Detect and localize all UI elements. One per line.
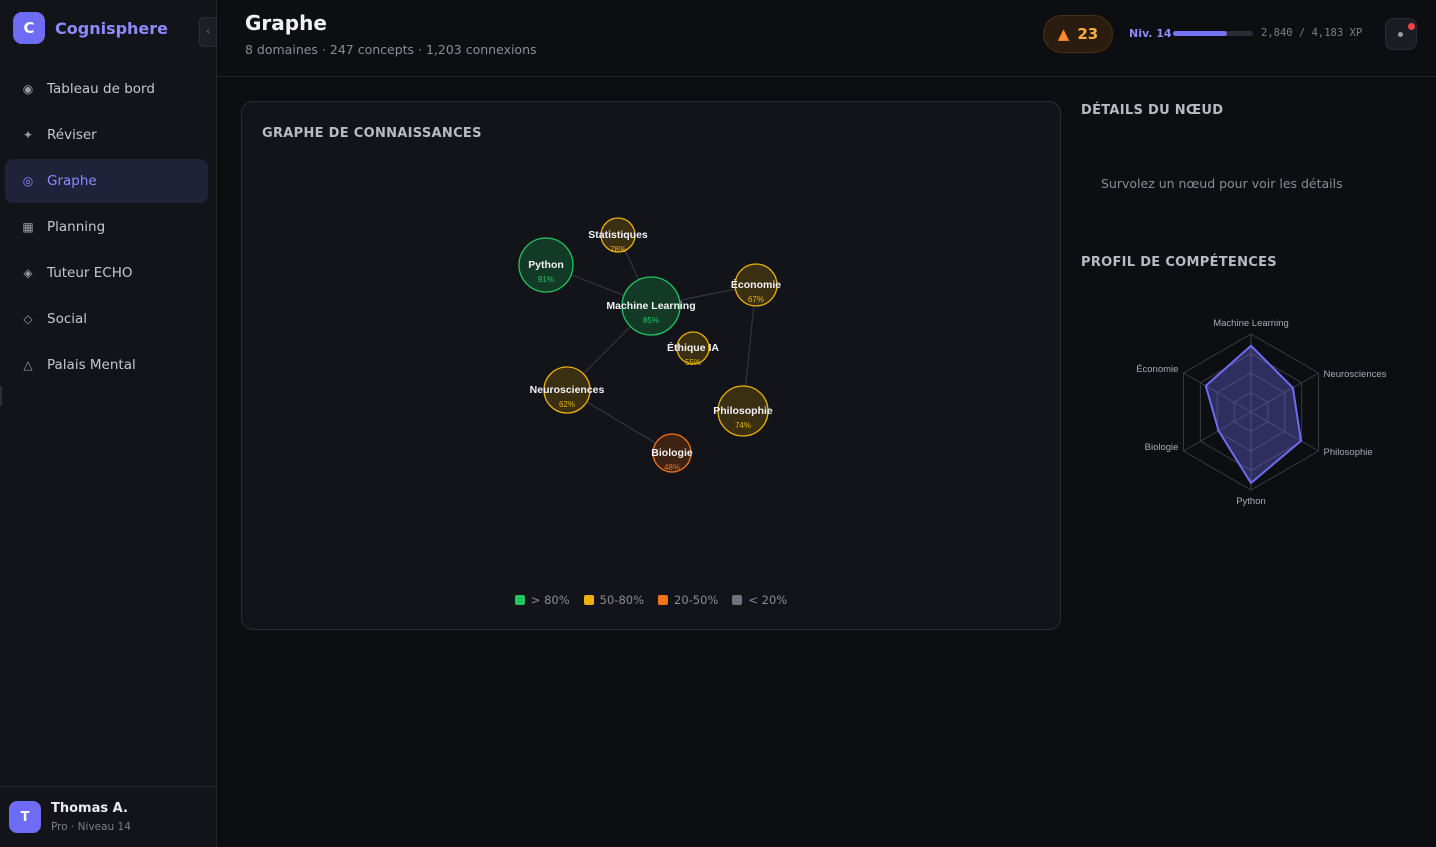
node-label: Python [528,259,564,271]
xp-text: 2,840 / 4,183 XP [1261,27,1363,39]
node-details-title: DÉTAILS DU NŒUD [1081,103,1224,118]
user-profile[interactable]: T Thomas A. Pro · Niveau 14 [0,786,216,847]
brand-name: Cognisphere [55,18,169,38]
graph-node-ml[interactable]: Machine Learning 85% [606,276,696,336]
radar-axis-label: Neurosciences [1324,369,1387,380]
sidebar-item-planning[interactable]: ▦ Planning [5,205,208,249]
flame-icon: ▲ [1057,25,1070,43]
palace-icon: △ [23,358,33,372]
node-label: Philosophie [713,405,773,417]
node-label: Économie [731,278,781,291]
level-label: Niv. 14 [1129,27,1172,40]
collapse-sidebar-button[interactable]: ‹ [199,17,217,47]
sidebar: C Cognisphere ‹ ◉ Tableau de bord ✦ Réviser… [0,0,217,847]
legend-item: > 80% [514,593,570,607]
notification-badge [1408,23,1415,30]
radar-value-area [1204,344,1303,485]
radar-axis-label: Python [1236,496,1266,507]
brand-logo: C [13,12,45,44]
user-name: Thomas A. [51,801,128,816]
legend-item: < 20% [732,593,787,607]
node-percent: 85% [643,316,659,325]
legend-label: 20-50% [674,593,719,607]
legend-label: > 80% [530,593,570,607]
legend-label: 50-80% [599,593,644,607]
node-label: Biologie [651,447,693,459]
graph-node-eco[interactable]: Économie 67% [731,263,781,307]
sidebar-item-label: Tableau de bord [47,81,155,97]
radar-axis-label: Philosophie [1324,447,1373,458]
dashboard-icon: ◉ [22,82,34,96]
node-label: Statistiques [588,229,648,241]
sidebar-item-label: Graphe [47,173,97,189]
legend-item: 50-80% [583,593,644,607]
legend-swatch [732,595,743,605]
node-percent: 62% [559,400,575,409]
sidebar-item-label: Réviser [47,127,97,143]
node-percent: 67% [748,295,764,304]
xp-progress-bar [1173,31,1253,36]
node-percent: 48% [664,463,680,472]
node-label: Machine Learning [606,300,695,312]
node-percent: 74% [735,421,751,430]
graph-node-philo[interactable]: Philosophie 74% [713,385,773,437]
graph-node-stats[interactable]: Statistiques 78% [588,217,648,254]
planning-icon: ▦ [22,220,34,234]
edge-handle [0,386,2,406]
legend-swatch [658,595,668,605]
tutor-icon: ◈ [23,266,33,280]
graph-icon: ◎ [22,174,34,188]
xp-progress-fill [1173,31,1228,36]
knowledge-graph-card: GRAPHE DE CONNAISSANCES Machine Learning… [241,101,1061,630]
knowledge-graph: Machine Learning 85% Python 91% Statistiques… [518,217,781,473]
brand[interactable]: C Cognisphere [13,12,168,44]
graph-node-python[interactable]: Python 91% [518,237,574,293]
legend-label: < 20% [748,593,788,607]
sidebar-item-label: Social [47,311,88,327]
sidebar-item-dashboard[interactable]: ◉ Tableau de bord [5,67,208,111]
node-percent: 78% [610,245,626,254]
radar-axis-label: Biologie [1145,442,1179,453]
bell-icon [1398,32,1403,37]
sidebar-item-label: Palais Mental [47,357,136,373]
graph-node-bio[interactable]: Biologie 48% [651,433,693,473]
notifications-button[interactable] [1385,18,1417,50]
sidebar-item-review[interactable]: ✦ Réviser [5,113,208,157]
sidebar-item-graph[interactable]: ◎ Graphe [5,159,208,203]
user-plan: Pro · Niveau 14 [51,821,131,833]
legend-swatch [514,595,525,605]
sidebar-item-label: Planning [47,219,106,235]
social-icon: ◇ [23,312,33,326]
graph-legend: > 80% 50-80% 20-50% < 20% [242,593,1060,607]
avatar: T [9,801,41,833]
skills-profile-title: PROFIL DE COMPÉTENCES [1081,255,1277,270]
node-label: Neurosciences [530,384,605,396]
sidebar-item-tutor[interactable]: ◈ Tuteur ECHO [5,251,208,295]
node-label: Éthique IA [667,341,719,354]
node-percent: 55% [685,358,701,367]
radar-axis-label: Économie [1136,364,1178,375]
node-percent: 91% [538,275,554,284]
page-header: Graphe 8 domaines · 247 concepts · 1,203… [217,0,1436,77]
legend-item: 20-50% [658,593,718,607]
review-icon: ✦ [22,128,34,142]
legend-swatch [583,595,594,605]
sidebar-nav: ◉ Tableau de bord ✦ Réviser ◎ Graphe ▦ Planning… [5,67,208,389]
chevron-left-icon: ‹ [206,27,210,37]
streak-count: 23 [1077,25,1099,43]
skills-radar-chart: Machine Learning Neurosciences Philosophie… [1136,318,1387,507]
graph-node-ethics[interactable]: Éthique IA 55% [667,331,719,367]
page-title: Graphe [245,11,327,35]
streak-badge[interactable]: ▲ 23 [1043,15,1113,53]
sidebar-item-label: Tuteur ECHO [47,265,133,281]
sidebar-item-social[interactable]: ◇ Social [5,297,208,341]
sidebar-item-palace[interactable]: △ Palais Mental [5,343,208,387]
page-subtitle: 8 domaines · 247 concepts · 1,203 connex… [245,42,537,57]
radar-axis-label: Machine Learning [1213,318,1289,329]
node-details-hint: Survolez un nœud pour voir les détails [1101,176,1343,191]
